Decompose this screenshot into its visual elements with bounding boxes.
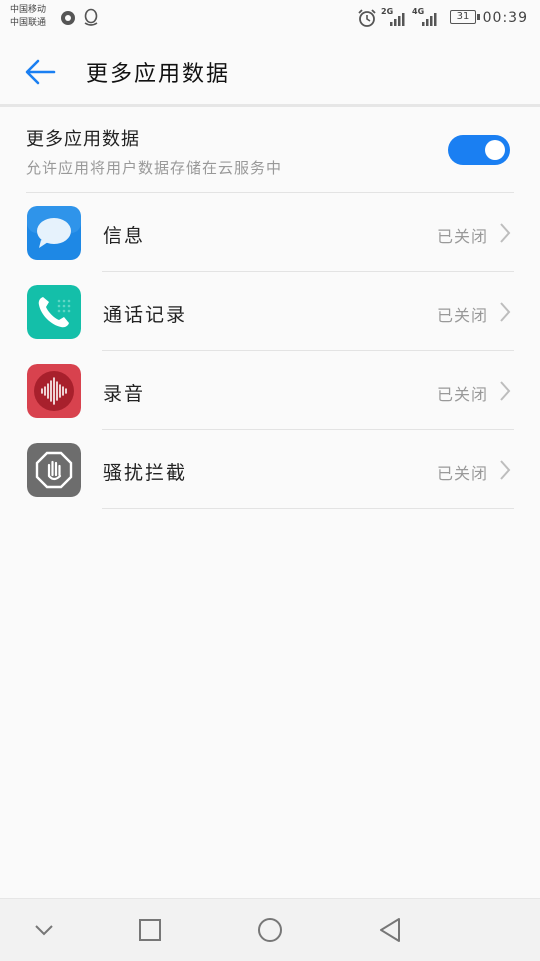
qq-icon [84,8,98,26]
page-title: 更多应用数据 [86,62,231,87]
chevron-right-icon [500,381,511,401]
app-status: 已关闭 [436,385,488,404]
toggle-title: 更多应用数据 [26,129,140,150]
signal-1-icon [390,13,405,26]
app-bar: 更多应用数据 [0,36,540,107]
alarm-icon [358,9,376,27]
notification-icon [61,11,75,25]
carrier-2: 中国联通 [10,18,47,28]
app-name: 信息 [103,225,146,247]
app-status: 已关闭 [436,227,488,246]
app-name: 通话记录 [103,304,188,326]
signal-2-icon [422,13,437,26]
toggle-subtitle: 允许应用将用户数据存储在云服务中 [26,159,283,177]
phone-handset-icon [27,285,81,339]
cloud-data-switch[interactable] [448,135,510,165]
circle-home-icon[interactable] [253,913,287,947]
app-status: 已关闭 [436,306,488,325]
carrier-labels: 中国移动 中国联通 [10,4,46,30]
back-arrow-icon[interactable] [22,54,58,90]
square-recent-icon[interactable] [133,913,167,947]
app-list: 信息 已关闭 通话记录 已关闭 录音 已关闭 骚扰拦截 已关闭 [0,193,540,509]
navigation-bar [0,898,540,961]
app-name: 录音 [103,383,146,405]
app-row-recorder[interactable]: 录音 已关闭 [0,351,540,430]
app-row-harassment-block[interactable]: 骚扰拦截 已关闭 [0,430,540,509]
audio-wave-icon [27,364,81,418]
chevron-right-icon [500,460,511,480]
cloud-data-toggle-row[interactable]: 更多应用数据 允许应用将用户数据存储在云服务中 [0,107,540,193]
switch-knob [485,140,505,160]
app-name: 骚扰拦截 [103,462,188,484]
carrier-1: 中国移动 [10,5,47,15]
app-row-call-log[interactable]: 通话记录 已关闭 [0,272,540,351]
triangle-back-icon[interactable] [373,913,407,947]
chevron-right-icon [500,302,511,322]
chevron-right-icon [500,223,511,243]
stop-hand-icon [27,443,81,497]
message-bubble-icon [27,206,81,260]
battery-icon: 31 [450,10,480,24]
clock-time: 00:39 [482,10,528,26]
divider [102,508,514,509]
chevron-down-icon[interactable] [27,913,61,947]
status-bar: 中国移动 中国联通 2G 4G 31 00:39 [0,0,540,36]
app-row-messages[interactable]: 信息 已关闭 [0,193,540,272]
app-status: 已关闭 [436,464,488,483]
